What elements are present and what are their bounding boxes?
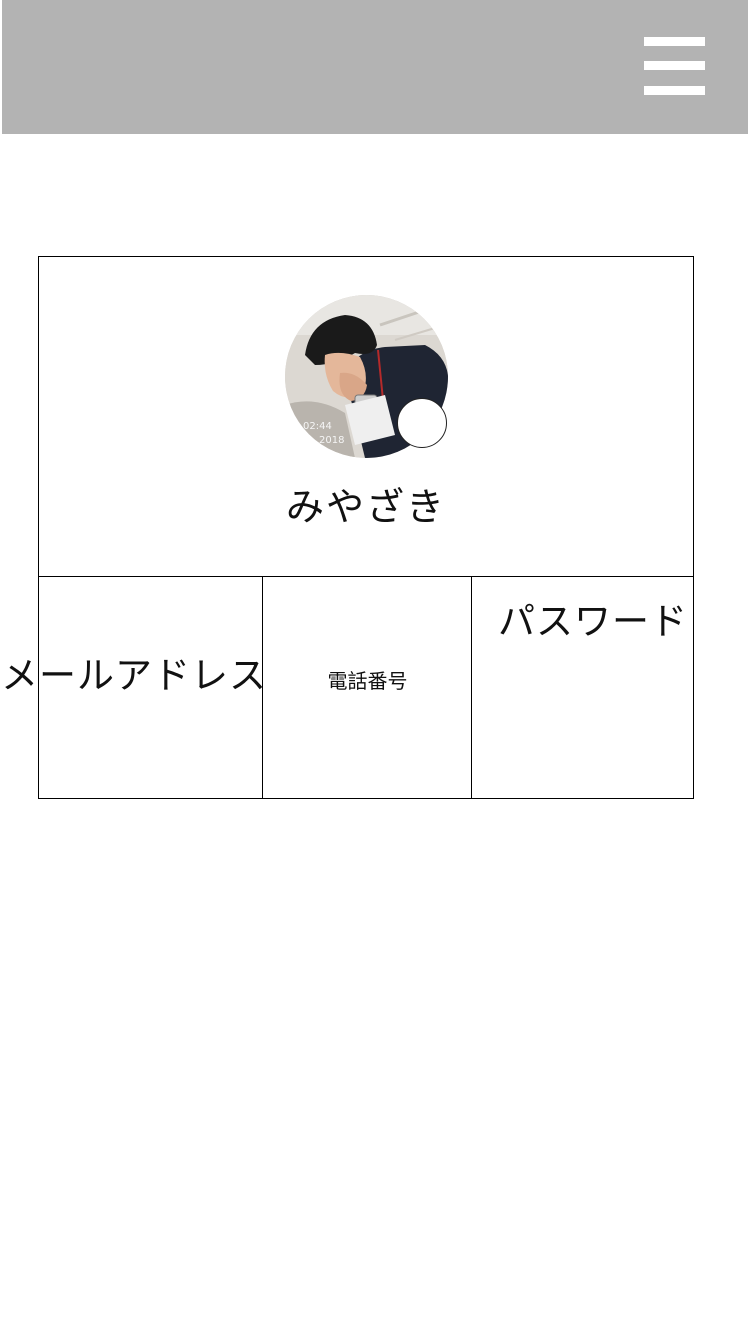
phone-cell[interactable]: 電話番号 [262,577,472,798]
password-cell[interactable]: パスワード [471,577,694,798]
username: みやざき [285,485,446,529]
menu-bar-middle [644,61,705,70]
profile-card: 02:44 2018 みやざき メールアドレス 電話番号 パスワード [1,256,694,799]
phone-label: 電話番号 [327,669,408,693]
profile-header: 02:44 2018 みやざき [39,257,693,576]
edit-avatar-badge[interactable] [397,398,447,448]
menu-bar-bottom [644,86,705,95]
svg-text:02:44: 02:44 [303,421,332,432]
svg-text:2018: 2018 [319,435,344,446]
hamburger-menu-icon[interactable] [640,34,710,102]
menu-bar-top [644,37,705,46]
password-label: パスワード [498,600,688,643]
header-bar [2,0,748,134]
email-cell[interactable]: メールアドレス [1,577,266,798]
email-label: メールアドレス [1,654,267,697]
